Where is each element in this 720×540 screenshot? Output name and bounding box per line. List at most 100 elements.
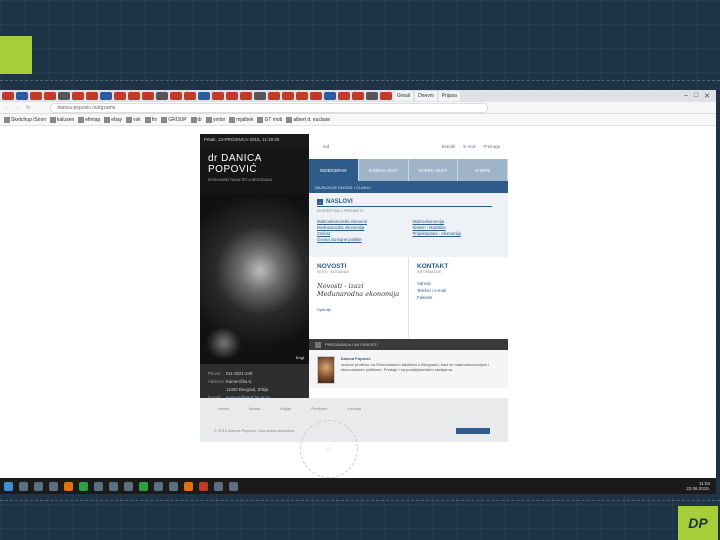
bookmark[interactable]: ebay <box>104 116 122 123</box>
footer-link[interactable]: Predmeti <box>311 406 327 411</box>
app-icon[interactable] <box>229 481 238 491</box>
contact-link[interactable]: Fakultet <box>417 294 500 301</box>
tab[interactable] <box>366 92 378 100</box>
tab[interactable] <box>240 92 252 100</box>
topbar-left-link[interactable]: red <box>323 144 329 149</box>
topic-link[interactable]: Projektovana - ekonomija <box>413 231 501 236</box>
taskview-icon[interactable] <box>34 481 43 491</box>
app-icon[interactable] <box>184 481 193 491</box>
search-icon[interactable]: Pretraga <box>484 144 500 149</box>
tab[interactable] <box>170 92 182 100</box>
search-icon[interactable] <box>19 481 28 491</box>
nav-item-zadnja-vest[interactable]: ZADNJA VEST <box>358 159 409 181</box>
app-icon[interactable] <box>169 481 178 491</box>
topic-link[interactable]: Međunarodna ekonomija <box>317 225 405 230</box>
tab[interactable] <box>338 92 350 100</box>
section-subtitle: EKSPERTIZA U PREDMETU <box>317 209 364 213</box>
footer-link[interactable]: Kontakt <box>347 406 361 411</box>
nav-item-indeksiran[interactable]: INDEKSIRAN <box>309 159 359 181</box>
tab[interactable] <box>44 92 56 100</box>
news-handwritten[interactable]: Novosti - izazi Međunarodna ekonomija <box>317 282 400 298</box>
bookmark[interactable]: GROUP <box>161 116 187 123</box>
tab[interactable] <box>30 92 42 100</box>
slide-accent-bar <box>0 36 32 74</box>
tab[interactable] <box>352 92 364 100</box>
footer-link[interactable]: Knjige <box>280 406 291 411</box>
tab[interactable] <box>282 92 294 100</box>
hero-photo: Engl. <box>200 194 309 364</box>
contact-row: Address: Kamenička 6, <box>208 379 253 384</box>
contact-link[interactable]: Telefon i e-mail <box>417 287 500 294</box>
topic-link[interactable]: Ocena razvojne politike <box>317 237 405 242</box>
tab-gmail[interactable]: Gmail <box>394 91 414 101</box>
app-icon[interactable] <box>154 481 163 491</box>
footer-link[interactable]: Nauka <box>249 406 261 411</box>
app-icon[interactable] <box>124 481 133 491</box>
tab[interactable] <box>100 92 112 100</box>
tab[interactable] <box>156 92 168 100</box>
topic-link[interactable]: Makroekonomija <box>413 219 501 224</box>
app-icon[interactable] <box>214 481 223 491</box>
tab[interactable] <box>198 92 210 100</box>
tab[interactable] <box>16 92 28 100</box>
bookmark[interactable]: vsk <box>126 116 141 123</box>
tab[interactable] <box>114 92 126 100</box>
tab[interactable] <box>324 92 336 100</box>
tab-active[interactable]: Dnevni <box>415 91 437 101</box>
tab[interactable] <box>72 92 84 100</box>
reload-icon[interactable]: ↻ <box>26 105 30 111</box>
footer-link[interactable]: Home <box>218 406 229 411</box>
tab[interactable] <box>296 92 308 100</box>
tab[interactable] <box>2 92 14 100</box>
news-contact-columns: NOVOSTI VESTI · DOGAĐAJI Novosti - izazi… <box>309 257 508 339</box>
bookmark[interactable]: kalusen <box>50 116 74 123</box>
tab[interactable] <box>226 92 238 100</box>
explorer-icon[interactable] <box>49 481 58 491</box>
topic-link[interactable]: Sistem i statistika <box>413 225 501 230</box>
tab[interactable] <box>86 92 98 100</box>
taskbar-clock[interactable]: 11:04 22.06.2015. <box>686 481 716 491</box>
tab[interactable] <box>58 92 70 100</box>
photo-caption[interactable]: Engl. <box>296 355 305 360</box>
tab-prijava[interactable]: Prijava <box>438 91 460 101</box>
topic-link[interactable]: Makroekonomski elementi <box>317 219 405 224</box>
app-icon[interactable] <box>109 481 118 491</box>
forward-icon[interactable]: → <box>15 105 20 111</box>
bookmark[interactable]: Sketchup iSoon <box>4 116 46 123</box>
tab[interactable] <box>184 92 196 100</box>
news-more-link[interactable]: Opširnije <box>317 308 400 312</box>
start-icon[interactable] <box>4 481 13 491</box>
bookmark[interactable]: efimap <box>78 116 100 123</box>
mail-icon[interactable]: E-mail <box>463 144 475 149</box>
firefox-icon[interactable] <box>64 481 73 491</box>
tab[interactable] <box>128 92 140 100</box>
bookmark[interactable]: fm <box>144 116 157 123</box>
tab[interactable] <box>212 92 224 100</box>
close-icon[interactable]: ✕ <box>704 92 710 100</box>
nav-item-o-meni[interactable]: O MENI <box>458 159 508 181</box>
topic-link[interactable]: Zrelost <box>317 231 405 236</box>
whatsapp-icon[interactable] <box>139 481 148 491</box>
opera-icon[interactable] <box>199 481 208 491</box>
tab[interactable] <box>310 92 322 100</box>
excel-icon[interactable] <box>79 481 88 491</box>
app-icon[interactable] <box>94 481 103 491</box>
tab[interactable] <box>380 92 392 100</box>
tab[interactable] <box>142 92 154 100</box>
bookmark[interactable]: albert d. euclase <box>286 116 330 123</box>
bookmark[interactable]: GT mob <box>257 116 282 123</box>
profile-text: Danica Popović redovni profesor na Ekono… <box>341 356 500 382</box>
brand-icon[interactable]: Brandit <box>442 144 456 149</box>
bookmark[interactable]: ymlor <box>205 116 225 123</box>
maximize-icon[interactable]: □ <box>694 92 698 100</box>
footer-badge[interactable] <box>456 428 490 434</box>
bookmark[interactable]: mjalbek <box>229 116 253 123</box>
back-icon[interactable]: ← <box>4 105 9 111</box>
nav-item-dobre-vesti[interactable]: DOBRE VESTI <box>408 159 459 181</box>
address-bar[interactable]: danica-popovic.rs/egzams <box>50 102 489 113</box>
minimize-icon[interactable]: – <box>684 92 688 100</box>
tab[interactable] <box>254 92 266 100</box>
tab[interactable] <box>268 92 280 100</box>
bookmark[interactable]: dr <box>190 116 202 123</box>
contact-link[interactable]: Adresa <box>417 280 500 287</box>
